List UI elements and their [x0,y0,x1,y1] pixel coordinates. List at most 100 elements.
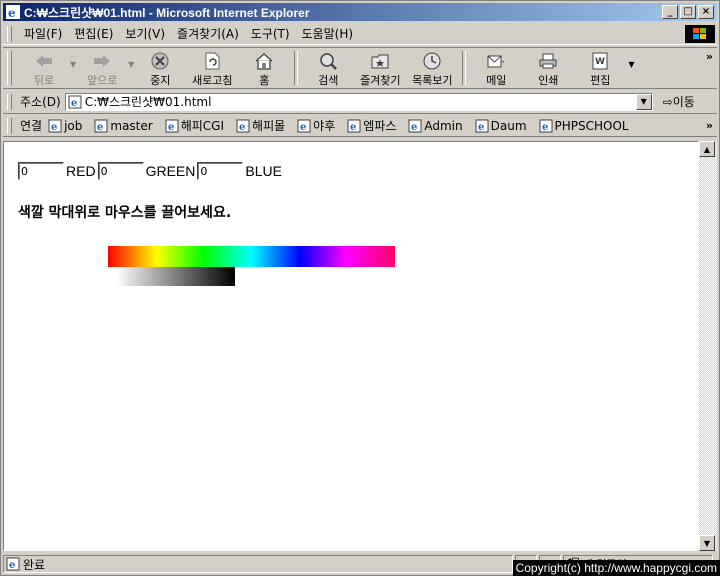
red-label: RED [66,163,96,179]
menu-view[interactable]: 보기(V) [119,25,171,42]
link-master[interactable]: e master [94,119,153,133]
link-page-icon: e [408,119,422,133]
home-icon [253,51,275,71]
address-url: C:₩스크린샷₩01.html [84,95,212,109]
link-happymall[interactable]: e 해피몰 [236,117,285,134]
svg-text:e: e [239,122,245,133]
forward-arrow-icon [91,51,113,71]
grayscale-bar[interactable] [116,267,235,286]
menu-tools[interactable]: 도구(T) [245,25,296,42]
address-dropdown-icon[interactable]: ▼ [635,93,652,110]
go-button[interactable]: ⇨이동 [663,93,695,110]
scroll-down-button[interactable]: ▼ [699,535,715,551]
link-label: 엠파스 [363,119,397,133]
address-input[interactable]: e C:₩스크린샷₩01.html ▼ [64,92,653,111]
home-button[interactable]: 홈 [238,48,290,88]
history-label: 목록보기 [412,74,453,87]
menu-edit[interactable]: 편집(E) [68,25,119,42]
red-input[interactable] [18,162,64,180]
favorites-label: 즐겨찾기 [360,74,401,87]
link-empas[interactable]: e 엠파스 [347,117,396,134]
minimize-button[interactable]: _ [662,5,678,19]
link-admin[interactable]: e Admin [408,118,463,133]
address-grip [7,93,12,110]
link-label: 해피CGI [180,119,225,133]
print-label: 인쇄 [538,74,559,87]
green-input[interactable] [97,162,144,180]
link-page-icon: e [297,119,311,133]
go-arrow-icon: ⇨ [662,95,673,109]
copyright-watermark: Copyright(c) http://www.happycgi.com [512,560,720,576]
svg-text:e: e [71,98,77,109]
link-phpschool[interactable]: e PHPSCHOOL [539,119,629,133]
menu-file[interactable]: 파일(F) [18,25,68,42]
links-more-chevron[interactable]: » [706,119,713,132]
browser-window: e C:₩스크린샷₩01.html - Microsoft Internet E… [0,0,720,576]
print-button[interactable]: 인쇄 [522,48,574,88]
search-button[interactable]: 검색 [302,48,354,88]
svg-text:e: e [300,122,306,133]
status-page-icon: e [6,557,20,571]
svg-text:e: e [97,122,103,133]
edit-label: 편집 [590,74,611,87]
link-happycgi[interactable]: e 해피CGI [165,117,224,134]
link-page-icon: e [94,119,108,133]
edit-dropdown-icon[interactable]: ▼ [628,60,634,69]
link-job[interactable]: e job [48,119,82,133]
back-label: 뒤로 [33,74,55,87]
maximize-button[interactable]: □ [680,5,696,19]
title-bar[interactable]: e C:₩스크린샷₩01.html - Microsoft Internet E… [3,3,717,21]
address-label: 주소(D) [20,95,61,109]
link-page-icon: e [539,119,553,133]
link-label: 해피몰 [252,119,286,133]
links-bar: 연결 e job e master e 해피CGI e 해피몰 e 야후 e 엠파스 e Ad… [3,115,717,137]
history-icon [421,51,443,71]
toolbar-more-chevron[interactable]: » [706,50,713,63]
edit-button[interactable]: W 편집 [574,48,626,88]
refresh-label: 새로고침 [192,74,233,87]
link-page-icon: e [347,119,361,133]
menu-grip [7,25,12,42]
status-text: 완료 [23,557,46,572]
svg-text:e: e [350,122,356,133]
svg-text:e: e [478,122,484,133]
svg-text:e: e [8,6,16,19]
link-page-icon: e [165,119,179,133]
svg-text:W: W [595,57,605,67]
link-label: 야후 [313,119,336,133]
link-daum[interactable]: e Daum [475,119,527,133]
stop-button[interactable]: 중지 [134,48,186,88]
menu-help[interactable]: 도움말(H) [296,25,360,42]
green-label: GREEN [145,163,196,179]
vertical-scrollbar[interactable]: ▲ ▼ [699,141,717,551]
back-button[interactable]: 뒤로 [18,48,70,88]
blue-input[interactable] [197,162,244,180]
color-spectrum-bar[interactable] [108,246,395,267]
scroll-up-button[interactable]: ▲ [699,141,715,157]
toolbar-separator [294,51,299,85]
history-button[interactable]: 목록보기 [406,48,458,88]
go-label: 이동 [672,95,695,109]
link-yahoo[interactable]: e 야후 [297,117,335,134]
favorites-icon [369,51,391,71]
links-grip [7,117,12,134]
link-page-icon: e [48,119,62,133]
menu-favorites[interactable]: 즐겨찾기(A) [171,25,245,42]
close-button[interactable]: × [698,5,714,19]
favorites-button[interactable]: 즐겨찾기 [354,48,406,88]
print-icon [537,51,559,71]
home-label: 홈 [259,74,270,87]
refresh-button[interactable]: 새로고침 [186,48,238,88]
link-page-icon: e [475,119,489,133]
svg-text:e: e [51,122,57,133]
mail-button[interactable]: 메일 [470,48,522,88]
window-title: C:₩스크린샷₩01.html - Microsoft Internet Exp… [24,5,310,20]
forward-button[interactable]: 앞으로 [76,48,128,88]
link-label: Admin [424,118,463,133]
page-icon: e [68,95,82,109]
windows-logo-icon [685,25,715,43]
stop-icon [149,51,171,71]
back-arrow-icon [33,51,55,71]
refresh-icon [201,51,223,71]
blue-label: BLUE [245,163,282,179]
